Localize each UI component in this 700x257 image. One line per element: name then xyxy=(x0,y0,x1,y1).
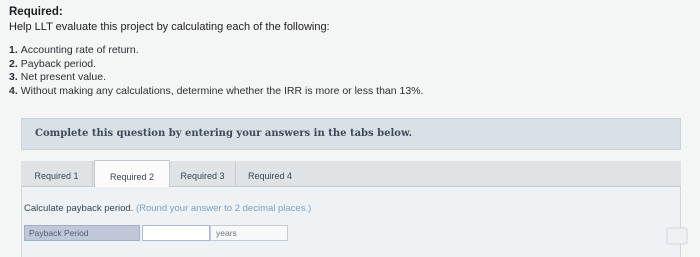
panel-instruction: Calculate payback period. (Round your an… xyxy=(24,203,311,214)
instruction-hint: (Round your answer to 2 decimal places.) xyxy=(135,203,312,214)
tab-required-2[interactable]: Required 2 xyxy=(94,160,170,188)
requirement-text: Accounting rate of return. xyxy=(20,44,139,56)
requirement-item: 4. Without making any calculations, deter… xyxy=(9,85,423,99)
requirement-text: Without making any calculations, determi… xyxy=(20,84,424,97)
requirement-item: 2. Payback period. xyxy=(9,58,423,72)
requirement-item: 1. Accounting rate of return. xyxy=(9,44,423,58)
required-title: Required: xyxy=(9,6,63,18)
payback-period-unit: years xyxy=(210,225,288,241)
requirement-text: Net present value. xyxy=(20,71,106,83)
instruction-banner: Complete this question by entering your … xyxy=(21,118,681,150)
requirement-number: 4. xyxy=(9,84,18,97)
requirement-item: 3. Net present value. xyxy=(9,71,423,85)
tab-bar: Required 1 Required 2 Required 3 Require… xyxy=(21,160,681,188)
requirement-number: 3. xyxy=(9,71,18,83)
intro-text: Help LLT evaluate this project by calcul… xyxy=(9,21,330,33)
requirements-list: 1. Accounting rate of return. 2. Payback p… xyxy=(9,44,423,98)
tab-required-1[interactable]: Required 1 xyxy=(21,161,93,187)
requirement-number: 1. xyxy=(9,44,18,56)
tab-required-3[interactable]: Required 3 xyxy=(170,161,236,187)
requirement-number: 2. xyxy=(9,57,18,70)
banner-text: Complete this question by entering your … xyxy=(35,128,413,139)
tab-panel: Calculate payback period. (Round your an… xyxy=(21,187,681,257)
requirement-text: Payback period. xyxy=(20,57,97,70)
tab-required-4[interactable]: Required 4 xyxy=(236,161,304,187)
payback-period-input[interactable] xyxy=(142,225,210,241)
instruction-text: Calculate payback period. xyxy=(24,203,134,214)
scroll-handle[interactable] xyxy=(666,227,688,245)
payback-period-label: Payback Period xyxy=(24,225,140,241)
scroll-handle-icon xyxy=(666,227,688,245)
